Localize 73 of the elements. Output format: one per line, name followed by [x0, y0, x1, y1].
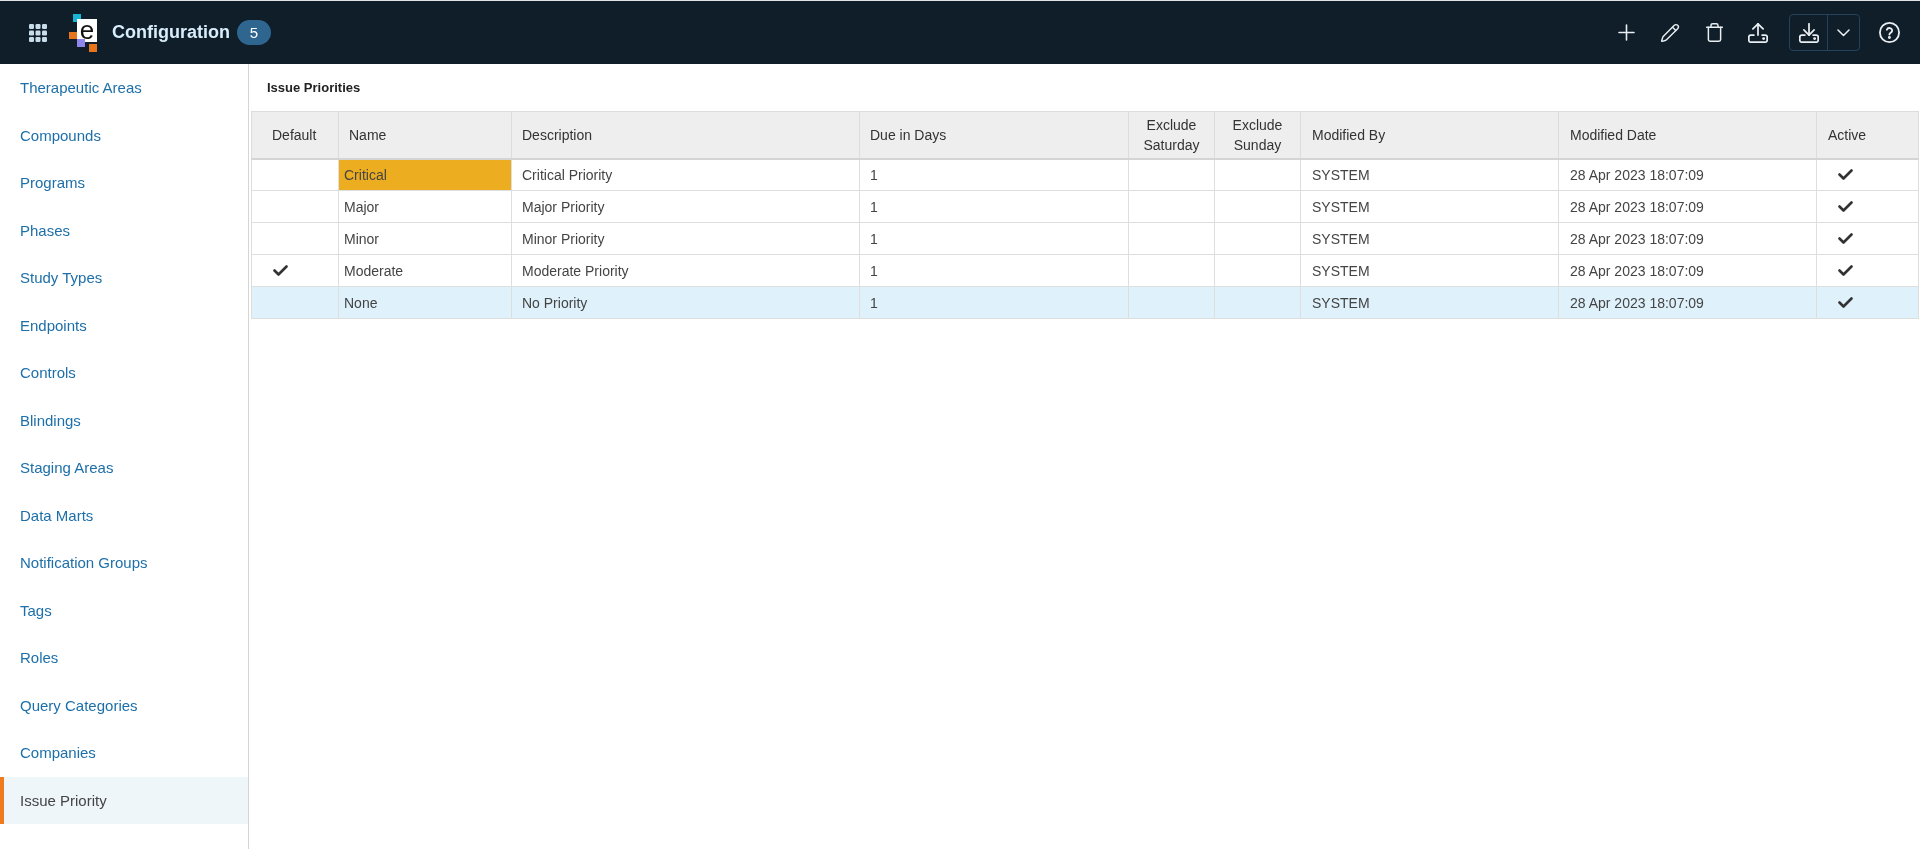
table-cell: Critical Priority	[511, 158, 860, 191]
sidebar-item[interactable]: Endpoints	[0, 301, 248, 349]
grid-icon	[29, 23, 47, 42]
check-icon	[1838, 265, 1853, 276]
table-cell: Moderate Priority	[511, 254, 860, 287]
column-header: Due in Days	[859, 111, 1129, 159]
sidebar-item[interactable]: Data Marts	[0, 491, 248, 539]
table-cell: Major Priority	[511, 190, 860, 223]
table-cell: 28 Apr 2023 18:07:09	[1558, 222, 1817, 255]
check-icon	[1838, 233, 1853, 244]
table-cell: SYSTEM	[1300, 158, 1559, 191]
sidebar-item[interactable]: Companies	[0, 729, 248, 777]
column-header: Exclude Sunday	[1214, 111, 1301, 159]
sidebar-item[interactable]: Tags	[0, 586, 248, 634]
app-title: Configuration	[112, 22, 230, 43]
table-cell: 1	[859, 254, 1129, 287]
sidebar-item[interactable]: Compounds	[0, 111, 248, 159]
table-row[interactable]: None No Priority 1 SYSTEM 28 Apr 2023 18:07:09	[251, 286, 1919, 319]
table-row[interactable]: Minor Minor Priority 1 SYSTEM 28 Apr 2023 18:07:09	[251, 222, 1919, 255]
sidebar-item[interactable]: Query Categories	[0, 681, 248, 729]
table-cell: 28 Apr 2023 18:07:09	[1558, 158, 1817, 191]
table-row[interactable]: Moderate Moderate Priority 1 SYSTEM 28 Apr 2023 18:07:09	[251, 254, 1919, 287]
column-header: Modified Date	[1558, 111, 1817, 159]
table-row[interactable]: Critical Critical Priority 1 SYSTEM 28 Apr 2023 18:07:09	[251, 158, 1919, 191]
table-cell: SYSTEM	[1300, 286, 1559, 319]
sidebar-item[interactable]: Phases	[0, 206, 248, 254]
column-header: Description	[511, 111, 860, 159]
sidebar-item[interactable]: Notification Groups	[0, 539, 248, 587]
table-cell: Critical	[338, 158, 512, 191]
column-header: Exclude Saturday	[1128, 111, 1215, 159]
table-cell: Moderate	[338, 254, 512, 287]
column-header: Modified By	[1300, 111, 1559, 159]
trash-icon	[1703, 22, 1725, 43]
chevron-down-icon	[1837, 28, 1850, 37]
help-icon	[1878, 22, 1900, 43]
table-cell: Minor	[338, 222, 512, 255]
table-cell: None	[338, 286, 512, 319]
table-cell: 28 Apr 2023 18:07:09	[1558, 190, 1817, 223]
pencil-icon	[1660, 22, 1680, 43]
plus-icon	[1617, 24, 1635, 41]
table-cell: No Priority	[511, 286, 860, 319]
column-header: Active	[1816, 111, 1919, 159]
sidebar-item[interactable]: Study Types	[0, 254, 248, 302]
table-cell: 28 Apr 2023 18:07:09	[1558, 286, 1817, 319]
check-icon	[1838, 201, 1853, 212]
download-icon	[1798, 22, 1819, 43]
table-cell: Major	[338, 190, 512, 223]
sidebar-item[interactable]: Therapeutic Areas	[0, 64, 248, 112]
table-row[interactable]: Major Major Priority 1 SYSTEM 28 Apr 2023 18:07:09	[251, 190, 1919, 223]
table-cell: 28 Apr 2023 18:07:09	[1558, 254, 1817, 287]
sidebar-item[interactable]: Roles	[0, 634, 248, 682]
sidebar-item[interactable]: Issue Priority	[0, 776, 248, 824]
table-cell: Minor Priority	[511, 222, 860, 255]
sidebar-item[interactable]: Controls	[0, 349, 248, 397]
column-header: Name	[338, 111, 512, 159]
table-cell: SYSTEM	[1300, 222, 1559, 255]
check-icon	[273, 265, 288, 276]
table-cell: 1	[859, 158, 1129, 191]
upload-icon	[1748, 22, 1768, 43]
table-cell: 1	[859, 286, 1129, 319]
check-icon	[1838, 169, 1853, 181]
table-cell: 1	[859, 190, 1129, 223]
column-header: Default	[251, 111, 339, 159]
count-badge: 5	[237, 20, 271, 45]
app-logo: e	[68, 13, 97, 52]
sidebar-item[interactable]: Blindings	[0, 396, 248, 444]
panel-title: Issue Priorities	[267, 80, 361, 95]
table-cell: SYSTEM	[1300, 190, 1559, 223]
sidebar-item[interactable]: Programs	[0, 159, 248, 207]
check-icon	[1838, 297, 1853, 308]
table-cell: SYSTEM	[1300, 254, 1559, 287]
sidebar-item[interactable]: Staging Areas	[0, 444, 248, 492]
table-cell: 1	[859, 222, 1129, 255]
